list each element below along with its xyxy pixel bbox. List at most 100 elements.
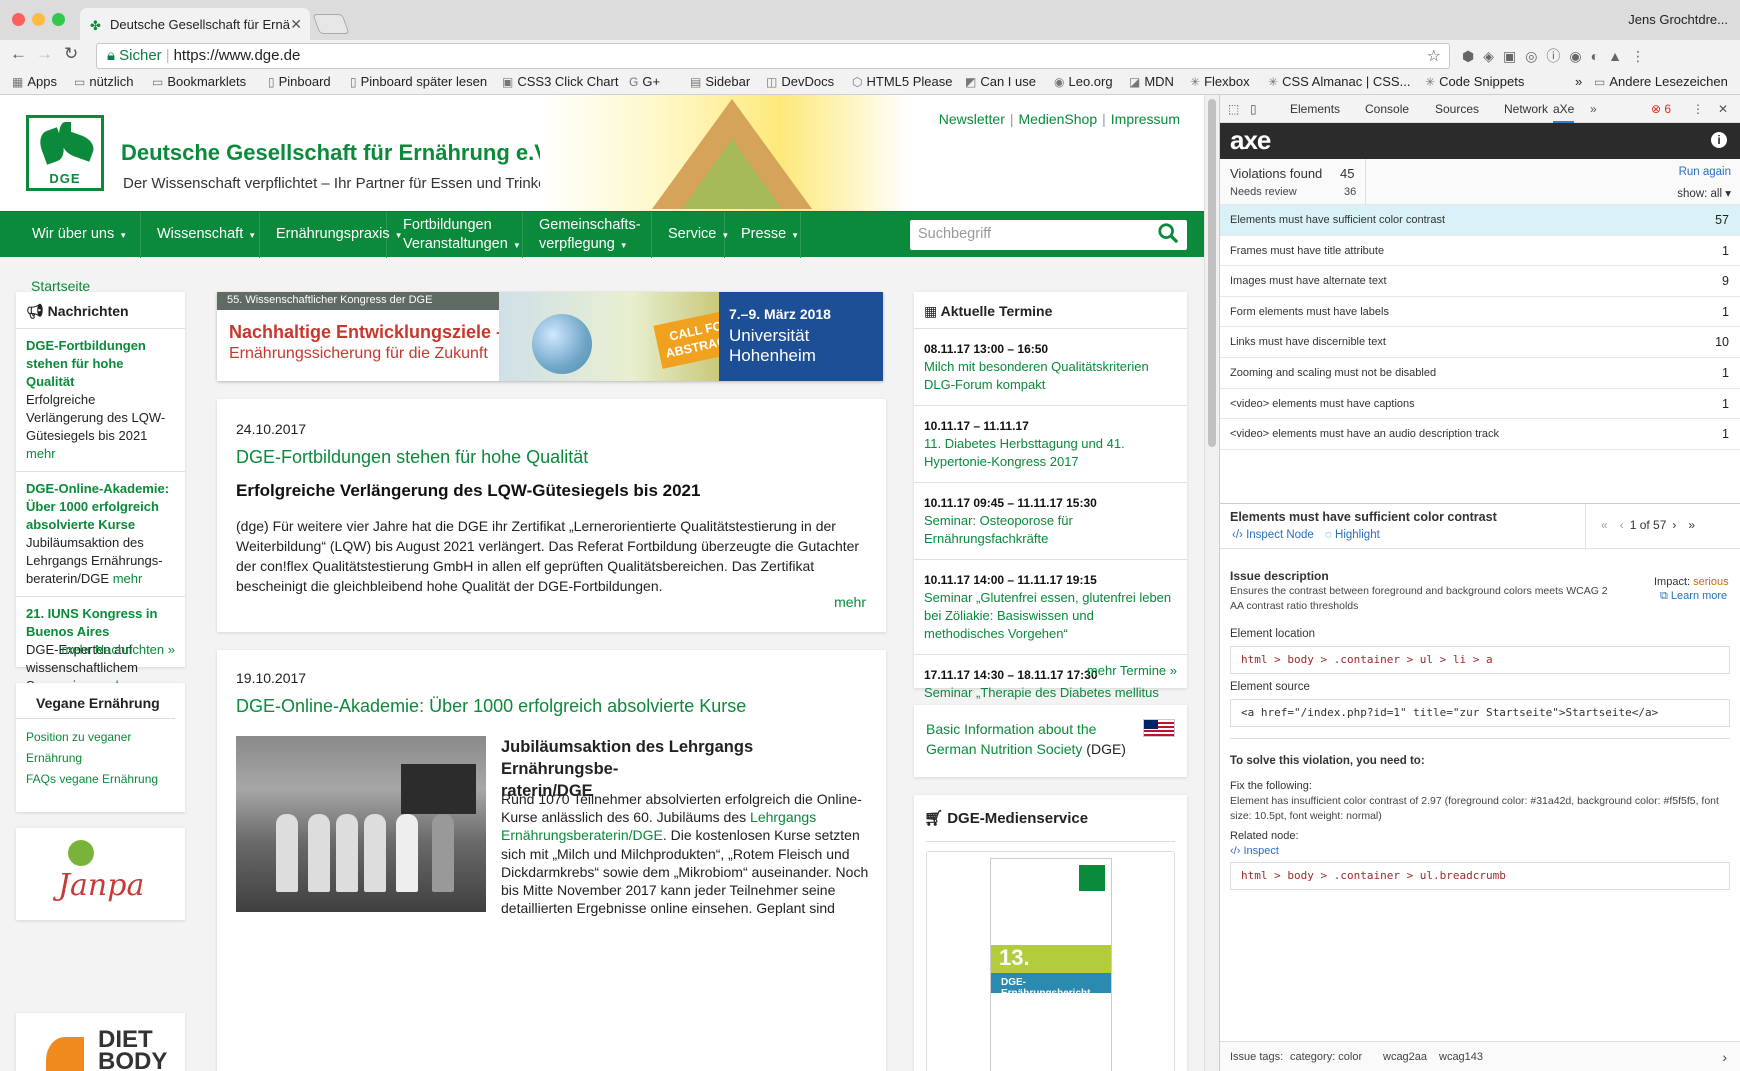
bookmark-star-icon[interactable]: ☆ xyxy=(1427,46,1441,66)
nav-item[interactable]: Fortbildungen Veranstaltungen ▼ xyxy=(387,212,523,258)
news-title-link[interactable]: 21. IUNS Kongress in Buenos Aires xyxy=(26,605,175,641)
last-page-icon[interactable]: » xyxy=(1688,518,1695,532)
violation-row[interactable]: Images must have alternate text 9 xyxy=(1220,266,1740,297)
element-location-code[interactable]: html > body > .container > ul > li > a xyxy=(1230,646,1730,674)
more-bookmarks-icon[interactable]: » xyxy=(1575,74,1582,89)
address-bar[interactable]: 🔒︎ Sicher | https://www.dge.de ☆ xyxy=(96,43,1450,69)
tab-console[interactable]: Console xyxy=(1365,102,1409,116)
bookmark-item[interactable]: ▣ CSS3 Click Chart xyxy=(502,74,618,89)
device-toolbar-icon[interactable]: ▯ xyxy=(1250,102,1257,116)
tab-network[interactable]: Network xyxy=(1504,102,1548,116)
janpa-logo-box[interactable]: Janpa xyxy=(16,828,185,920)
bookmark-item[interactable]: ▭ nützlich xyxy=(74,74,133,89)
termin-title-link[interactable]: Seminar: Osteoporose für Ernährungsfachk… xyxy=(924,512,1177,548)
kongress-banner[interactable]: 55. Wissenschaftlicher Kongress der DGE … xyxy=(217,292,883,381)
news-title-link[interactable]: DGE-Online-Akademie: Über 1000 erfolgrei… xyxy=(26,480,175,534)
scrollbar-thumb[interactable] xyxy=(1208,99,1216,447)
more-tabs-icon[interactable]: » xyxy=(1590,102,1597,116)
close-devtools-icon[interactable]: ✕ xyxy=(1718,102,1728,116)
diet-body-logo-box[interactable]: DIET BODY xyxy=(16,1013,185,1071)
bookmark-item[interactable]: ▦ Apps xyxy=(12,74,57,89)
profile-name[interactable]: Jens Grochtdre... xyxy=(1628,12,1728,27)
violation-row[interactable]: <video> elements must have captions 1 xyxy=(1220,389,1740,420)
reload-icon[interactable]: ↻ xyxy=(64,44,78,64)
needs-review-label[interactable]: Needs review xyxy=(1230,186,1297,198)
bookmark-item[interactable]: ▯ Pinboard später lesen xyxy=(350,74,487,89)
bookmark-item[interactable]: ◩ Can I use xyxy=(965,74,1036,89)
page-scrollbar[interactable] xyxy=(1204,95,1219,1071)
termin-title-link[interactable]: 11. Diabetes Herbsttagung und 41. Hypert… xyxy=(924,435,1177,471)
dge-logo[interactable]: DGE xyxy=(26,115,104,191)
extension-icons[interactable]: ⬢◈▣◎ⓘ◉◐▲⋮ xyxy=(1462,46,1654,66)
minimize-window-button[interactable] xyxy=(32,13,45,26)
termin-title-link[interactable]: Seminar „Glutenfrei essen, glutenfrei le… xyxy=(924,589,1177,643)
bookmark-item[interactable]: ⬡ HTML5 Please xyxy=(852,74,952,89)
bookmark-item[interactable]: ▭ Bookmarklets xyxy=(152,74,246,89)
inspect-element-icon[interactable]: ⬚ xyxy=(1228,102,1239,116)
show-filter-dropdown[interactable]: show: all ▾ xyxy=(1677,186,1731,200)
search-input[interactable]: Suchbegriff xyxy=(910,220,1187,250)
news-more-link[interactable]: mehr xyxy=(113,571,143,586)
nav-item[interactable]: Wir über uns ▼ xyxy=(16,212,141,258)
newsletter-link[interactable]: Newsletter xyxy=(939,111,1005,127)
news-more-link[interactable]: mehr xyxy=(26,446,56,461)
element-source-code[interactable]: <a href="/index.php?id=1" title="zur Sta… xyxy=(1230,699,1730,727)
article-title-link[interactable]: DGE-Fortbildungen stehen für hohe Qualit… xyxy=(236,447,588,468)
next-page-icon[interactable]: › xyxy=(1672,518,1676,532)
article-title-link[interactable]: DGE-Online-Akademie: Über 1000 erfolgrei… xyxy=(236,696,746,717)
bookmark-item[interactable]: G G+ xyxy=(629,74,660,89)
impressum-link[interactable]: Impressum xyxy=(1111,111,1180,127)
browser-tab[interactable]: ✤ Deutsche Gesellschaft für Ernä ✕ xyxy=(80,8,310,40)
vegan-position-link[interactable]: Position zu veganer Ernährung xyxy=(26,727,146,769)
bookmark-item[interactable]: ▤ Sidebar xyxy=(690,74,750,89)
violation-row[interactable]: <video> elements must have an audio desc… xyxy=(1220,419,1740,450)
bookmark-item[interactable]: ◪ MDN xyxy=(1129,74,1174,89)
inspect-node-button[interactable]: ‹/› Inspect Node xyxy=(1232,529,1314,541)
uk-flag-icon[interactable] xyxy=(1143,719,1175,737)
bookmark-item[interactable]: ▯ Pinboard xyxy=(268,74,331,89)
devtools-menu-icon[interactable]: ⋮ xyxy=(1692,102,1704,116)
vegan-faq-link[interactable]: FAQs vegane Ernährung xyxy=(26,769,175,790)
forward-arrow-icon[interactable]: → xyxy=(36,44,53,64)
more-termine-link[interactable]: mehr Termine » xyxy=(1087,663,1177,678)
nav-item[interactable]: Wissenschaft ▼ xyxy=(141,212,260,258)
back-arrow-icon[interactable]: ← xyxy=(10,44,27,64)
violation-row[interactable]: Links must have discernible text 10 xyxy=(1220,327,1740,358)
bookmark-item[interactable]: ✳ CSS Almanac | CSS... xyxy=(1268,74,1410,89)
close-window-button[interactable] xyxy=(12,13,25,26)
violation-row[interactable]: Form elements must have labels 1 xyxy=(1220,297,1740,328)
bookmark-item[interactable]: ✳ Flexbox xyxy=(1190,74,1250,89)
new-tab-button[interactable] xyxy=(312,14,350,34)
highlight-button[interactable]: ◌ Highlight xyxy=(1325,529,1380,541)
bookmark-item[interactable]: ▭ Andere Lesezeichen xyxy=(1594,74,1728,89)
violation-row[interactable]: Frames must have title attribute 1 xyxy=(1220,236,1740,267)
chevron-right-icon[interactable]: › xyxy=(1722,1049,1727,1065)
violation-row[interactable]: Zooming and scaling must not be disabled… xyxy=(1220,358,1740,389)
book-cover[interactable]: 13. DGE-Ernährungsbericht xyxy=(990,858,1112,1071)
close-tab-icon[interactable]: ✕ xyxy=(290,16,302,33)
news-title-link[interactable]: DGE-Fortbildungen stehen für hohe Qualit… xyxy=(26,337,175,391)
related-node-code[interactable]: html > body > .container > ul.breadcrumb xyxy=(1230,862,1730,890)
termin-title-link[interactable]: Milch mit besonderen Qualitätskriterien … xyxy=(924,358,1177,394)
basic-info-link[interactable]: Basic Information about the German Nutri… xyxy=(926,721,1096,757)
nav-item[interactable]: Presse ▼ xyxy=(725,212,801,258)
article-more-link[interactable]: mehr xyxy=(834,594,866,610)
info-icon[interactable]: i xyxy=(1711,132,1727,148)
nav-item[interactable]: Gemeinschafts-verpflegung ▼ xyxy=(523,212,652,258)
medienshop-link[interactable]: MedienShop xyxy=(1019,111,1098,127)
maximize-window-button[interactable] xyxy=(52,13,65,26)
nav-item[interactable]: Ernährungspraxis ▼ xyxy=(260,212,403,258)
prev-page-icon[interactable]: ‹ xyxy=(1620,518,1624,532)
bookmark-item[interactable]: ◫ DevDocs xyxy=(766,74,834,89)
learn-more-link[interactable]: ⧉ Learn more xyxy=(1660,590,1727,603)
tab-axe[interactable]: aXe xyxy=(1553,102,1575,123)
search-icon[interactable] xyxy=(1157,222,1179,244)
tab-sources[interactable]: Sources xyxy=(1435,102,1479,116)
bookmark-item[interactable]: ✳ Code Snippets xyxy=(1425,74,1524,89)
tab-elements[interactable]: Elements xyxy=(1290,102,1340,116)
more-news-link[interactable]: mehr Nachrichten » xyxy=(62,642,175,657)
related-inspect-button[interactable]: ‹/› Inspect xyxy=(1230,845,1279,857)
run-again-button[interactable]: Run again xyxy=(1679,166,1731,178)
bookmark-item[interactable]: ◉ Leo.org xyxy=(1054,74,1113,89)
nav-item[interactable]: Service ▼ xyxy=(652,212,729,258)
